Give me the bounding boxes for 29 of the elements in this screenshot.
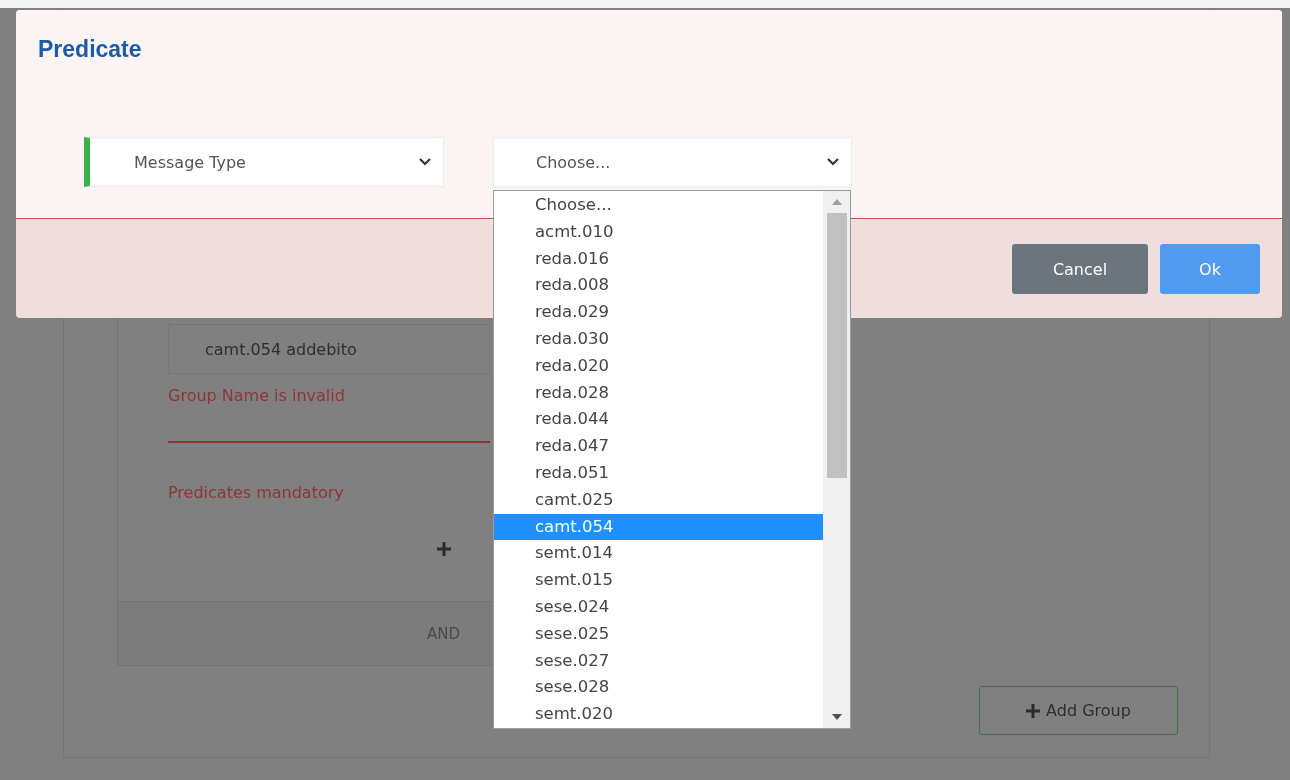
dropdown-option[interactable]: camt.025: [494, 486, 823, 514]
field-select[interactable]: Message Type: [84, 137, 444, 187]
chevron-icon: [827, 158, 839, 166]
dropdown-option[interactable]: semt.014: [494, 540, 823, 568]
dropdown-option[interactable]: sese.028: [494, 674, 823, 702]
scrollbar[interactable]: [823, 191, 850, 728]
dropdown-option[interactable]: acmt.010: [494, 218, 823, 246]
dialog-title: Predicate: [38, 35, 143, 64]
dropdown-option[interactable]: reda.029: [494, 299, 823, 326]
dropdown-option[interactable]: Choose...: [494, 192, 823, 219]
value-select[interactable]: Choose...: [493, 137, 852, 187]
dropdown-option[interactable]: reda.028: [494, 379, 823, 407]
chevron-icon: [419, 158, 431, 166]
dropdown-option[interactable]: reda.051: [494, 459, 823, 487]
dropdown-option[interactable]: reda.030: [494, 326, 823, 353]
add-icon[interactable]: [436, 542, 451, 556]
dropdown-option[interactable]: reda.047: [494, 433, 823, 460]
dropdown-option[interactable]: reda.044: [494, 406, 823, 434]
error-message: Group Name is invalid: [168, 386, 345, 406]
error-message: Predicates mandatory: [168, 483, 344, 503]
cancel-button[interactable]: Cancel: [1012, 244, 1148, 294]
dropdown-option[interactable]: reda.016: [494, 245, 823, 273]
dropdown-option[interactable]: reda.020: [494, 352, 823, 380]
dropdown-option[interactable]: semt.020: [494, 701, 823, 728]
dropdown-option[interactable]: reda.008: [494, 272, 823, 300]
scroll-down-icon[interactable]: [831, 714, 842, 720]
plus-icon: [1026, 703, 1041, 718]
scroll-up-icon[interactable]: [831, 199, 842, 205]
dropdown-option[interactable]: semt.015: [494, 567, 823, 594]
